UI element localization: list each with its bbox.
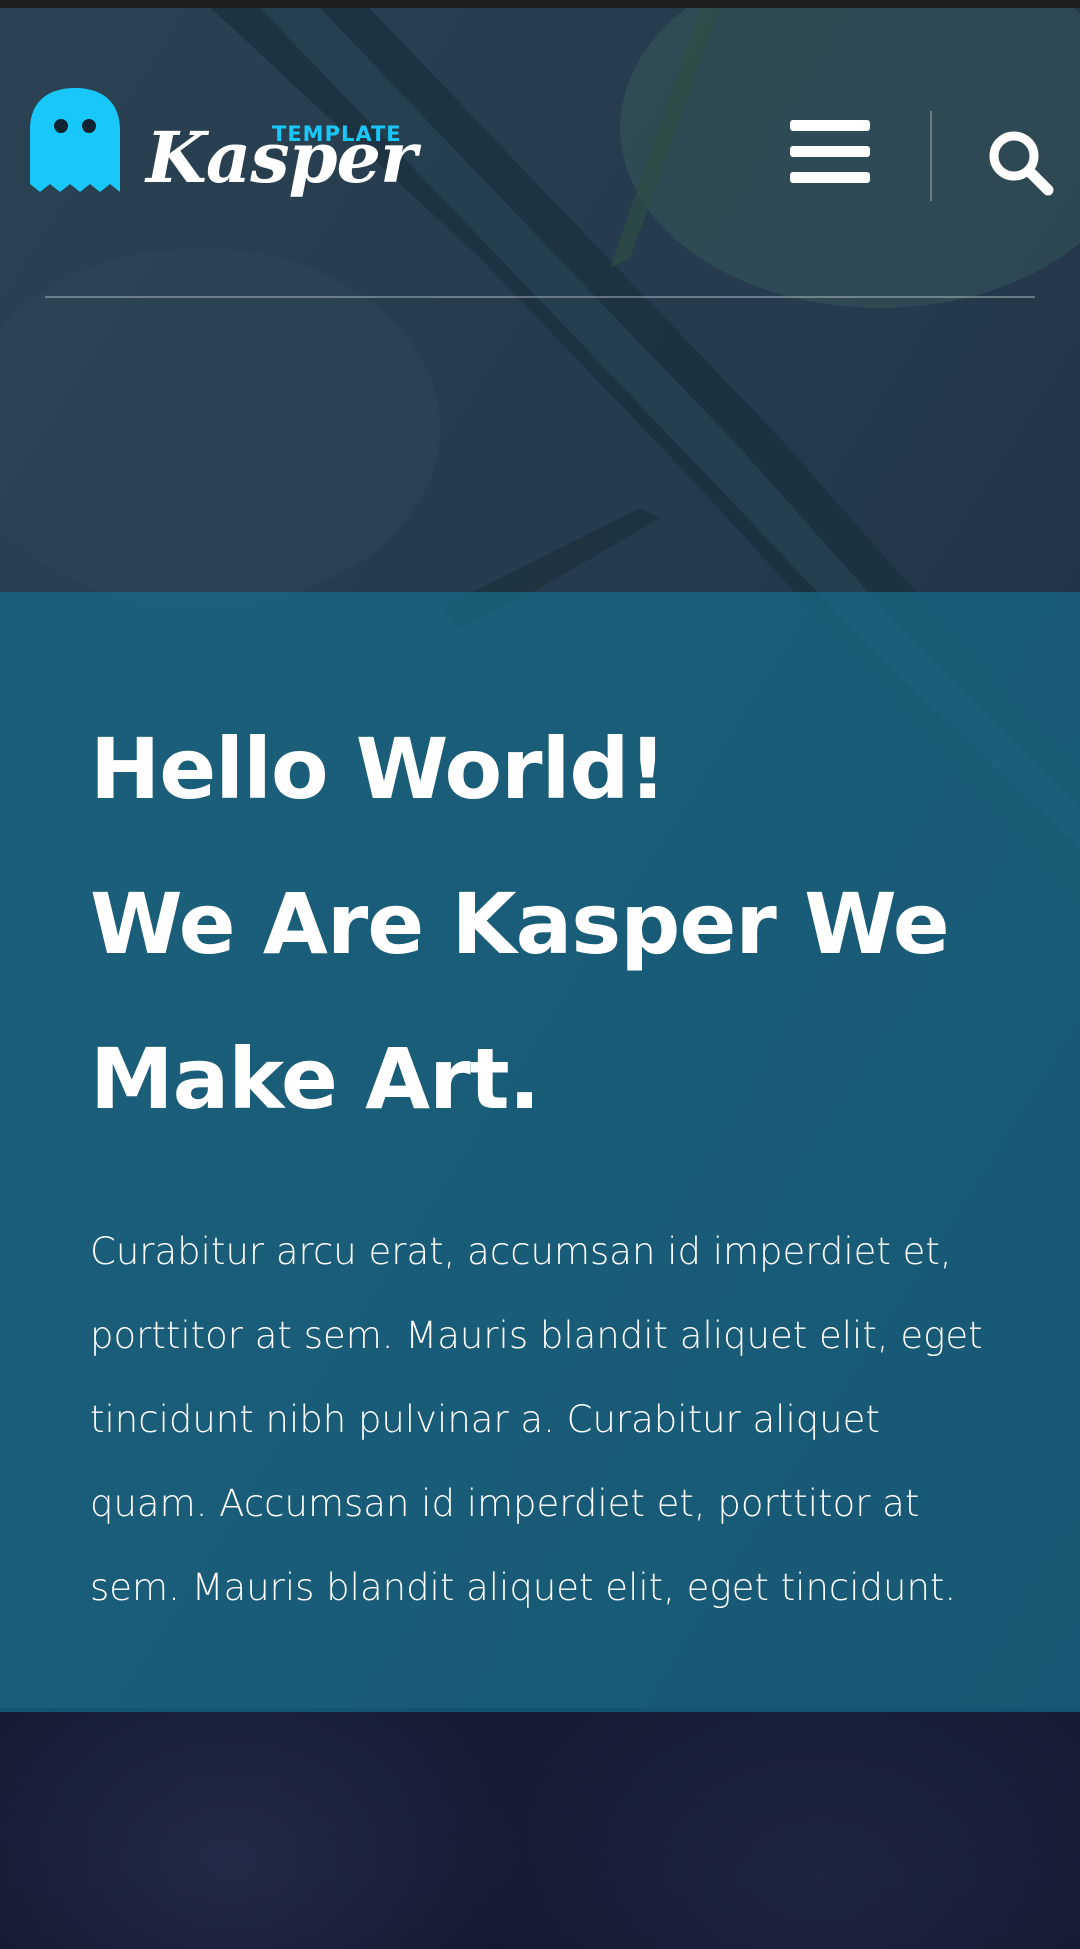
intro-paragraph-line: quam. Accumsan id imperdiet et, porttito… — [90, 1482, 920, 1525]
menu-button[interactable] — [790, 120, 872, 192]
search-icon[interactable] — [986, 128, 1054, 200]
header-divider — [930, 111, 932, 201]
intro-paragraph-line: sem. Mauris blandit aliquet elit, eget t… — [90, 1566, 957, 1609]
menu-icon-bar — [790, 120, 870, 131]
logo-tagline: TEMPLATE — [272, 122, 402, 146]
menu-icon-bar — [790, 172, 870, 183]
page: Kasper TEMPLATE Hello World! We Are Kasp… — [0, 0, 1080, 1949]
site-header: Kasper TEMPLATE — [0, 8, 1080, 298]
intro-paragraph-line: tincidunt nibh pulvinar a. Curabitur ali… — [90, 1398, 880, 1441]
top-strip — [0, 0, 1080, 8]
menu-icon-bar — [790, 146, 870, 157]
intro-heading-line: Make Art. — [90, 1030, 541, 1128]
intro-paragraph: Curabitur arcu erat, accumsan id imperdi… — [90, 1210, 1010, 1630]
intro-paragraph-line: porttitor at sem. Mauris blandit aliquet… — [90, 1314, 983, 1357]
intro-section: Hello World! We Are Kasper We Make Art. … — [0, 592, 1080, 1712]
intro-heading: Hello World! We Are Kasper We Make Art. — [90, 692, 1010, 1157]
intro-heading-line: Hello World! — [90, 720, 667, 818]
logo[interactable]: Kasper TEMPLATE — [30, 88, 417, 218]
intro-paragraph-line: Curabitur arcu erat, accumsan id imperdi… — [90, 1230, 952, 1273]
intro-heading-line: We Are Kasper We — [90, 875, 950, 973]
header-underline — [45, 296, 1035, 298]
ghost-icon — [30, 88, 120, 192]
